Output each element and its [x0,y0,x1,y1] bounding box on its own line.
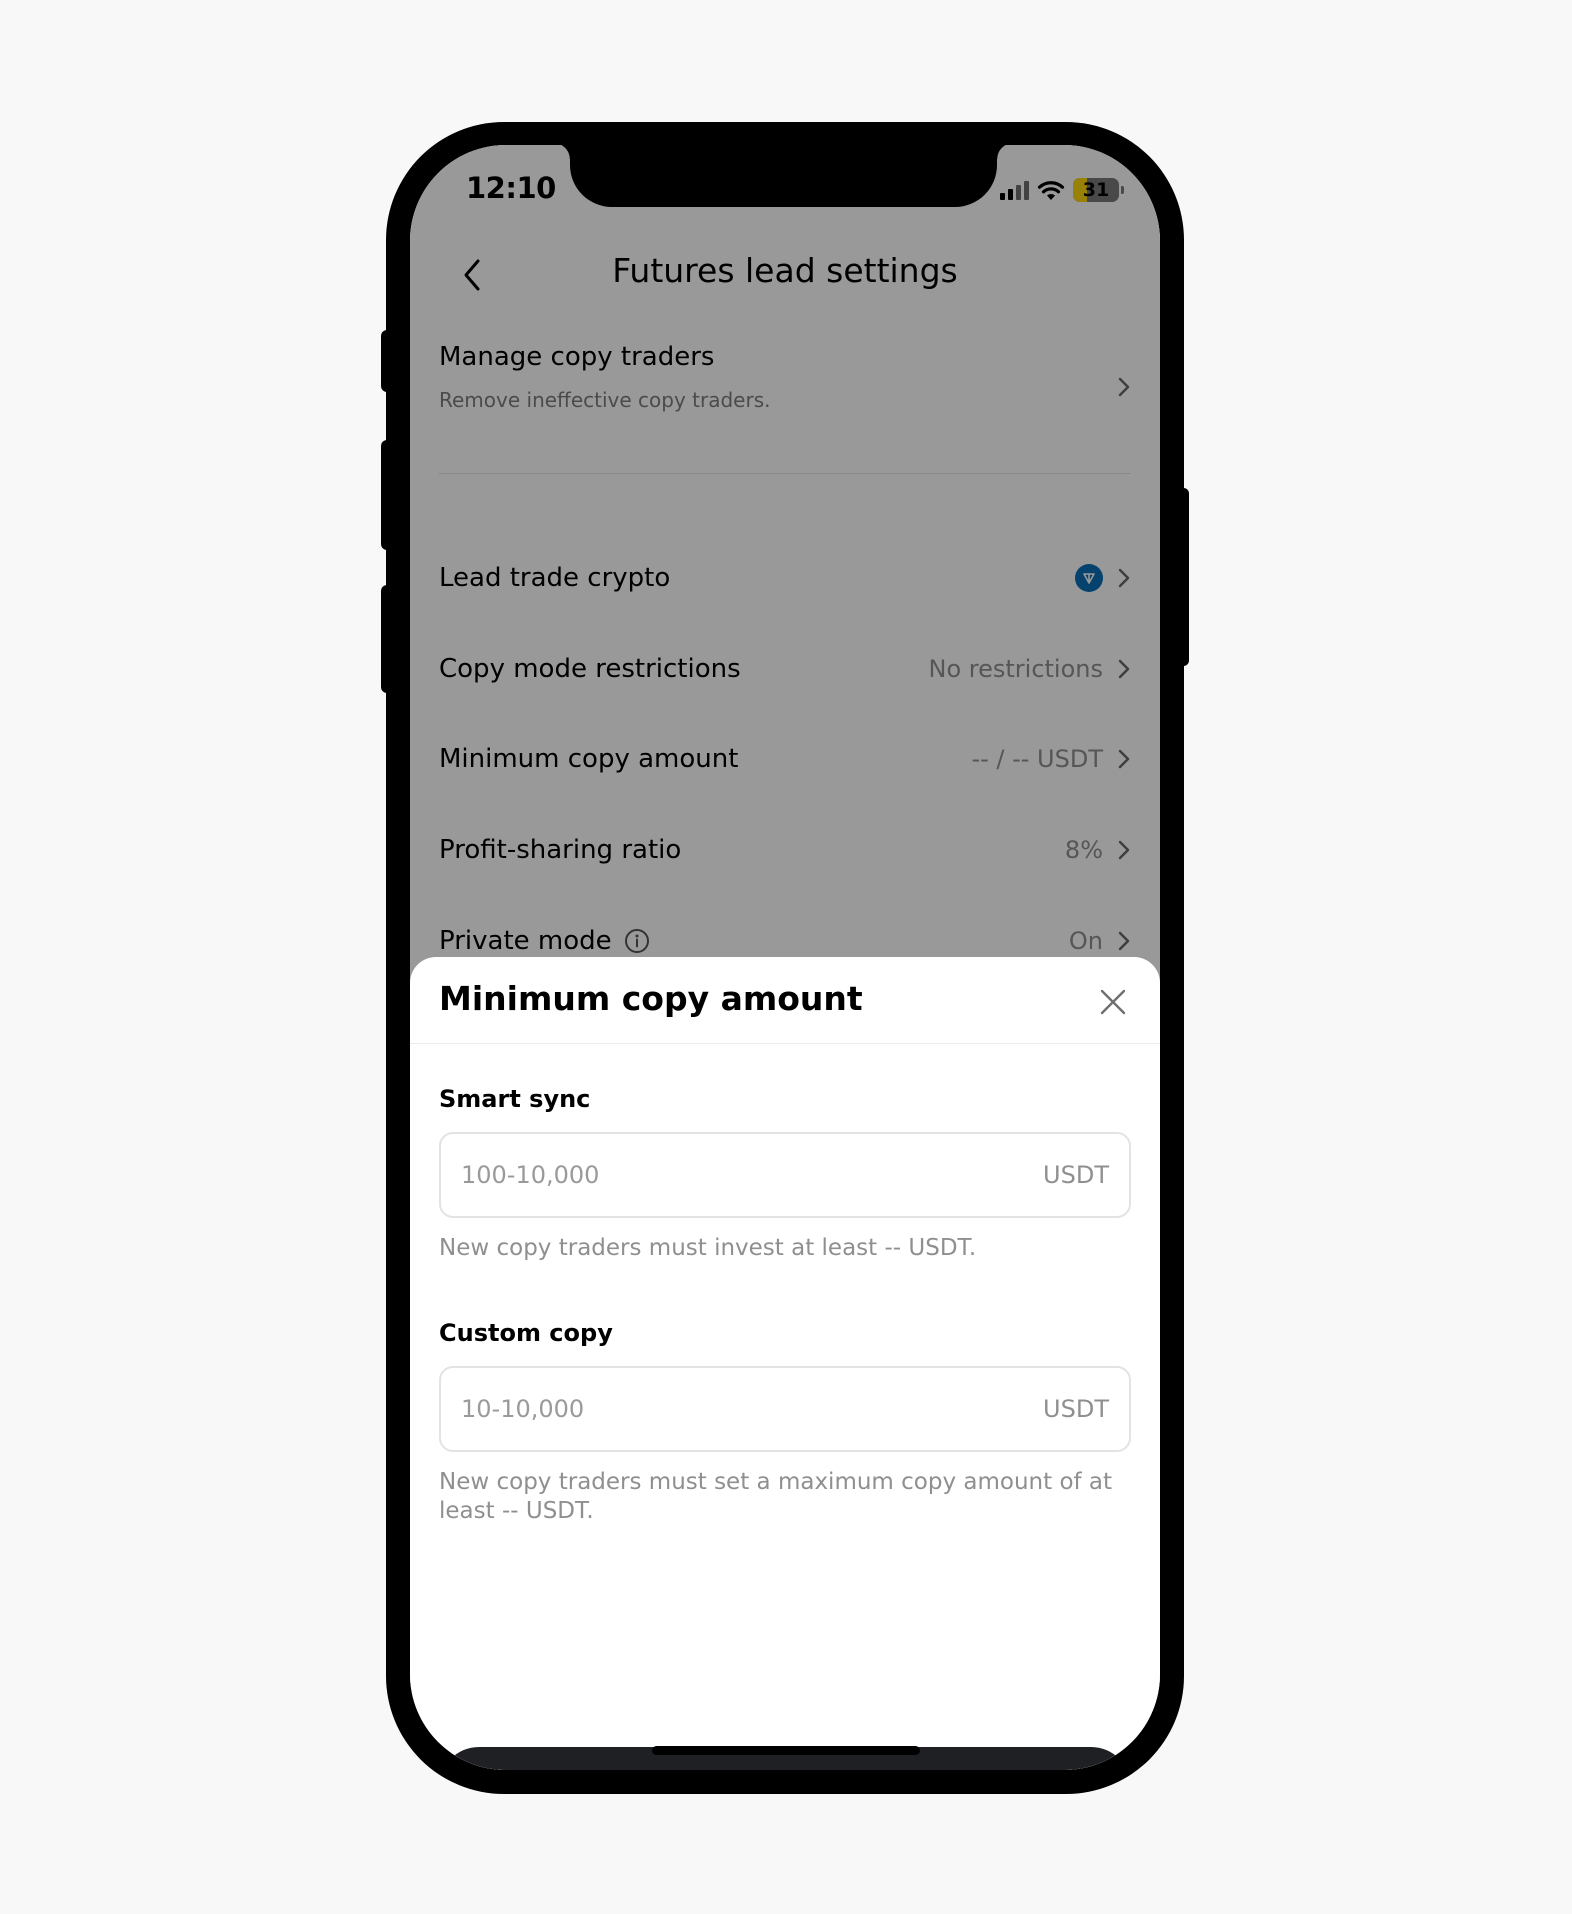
phone-screen: 12:10 31 Futures lead settings Manage co… [410,145,1160,1770]
smart-sync-field[interactable]: USDT [439,1132,1131,1218]
smart-sync-input[interactable] [461,1161,1044,1189]
home-indicator[interactable] [652,1746,920,1755]
canvas: 12:10 31 Futures lead settings Manage co… [0,0,1572,1914]
minimum-copy-amount-sheet: Minimum copy amount Smart sync USDT New … [410,957,1160,1770]
custom-copy-label: Custom copy [439,1319,613,1347]
notch [554,145,1013,207]
custom-copy-unit: USDT [1043,1395,1109,1423]
smart-sync-label: Smart sync [439,1085,591,1113]
sheet-title: Minimum copy amount [439,979,863,1018]
smart-sync-hint: New copy traders must invest at least --… [439,1235,977,1261]
custom-copy-field[interactable]: USDT [439,1366,1131,1452]
smart-sync-unit: USDT [1043,1161,1109,1189]
custom-copy-hint: New copy traders must set a maximum copy… [439,1469,1113,1524]
close-icon[interactable] [1098,987,1128,1017]
custom-copy-input[interactable] [461,1395,1044,1423]
sheet-divider [410,1043,1160,1044]
